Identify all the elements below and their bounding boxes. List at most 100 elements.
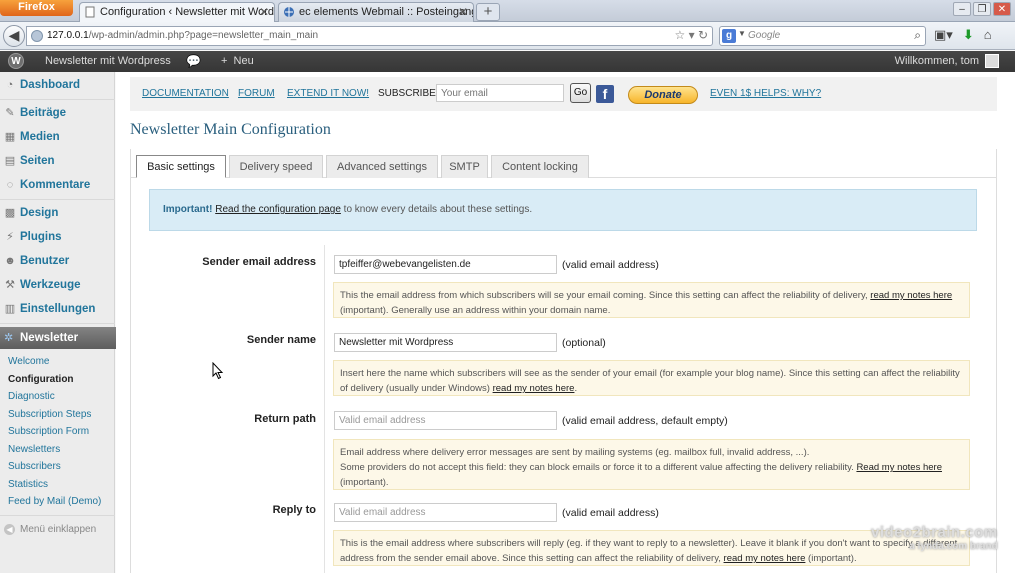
- globe-icon: [284, 7, 294, 17]
- reply-to-field[interactable]: [334, 503, 557, 522]
- chevron-down-icon[interactable]: ▼: [738, 29, 746, 38]
- sender-name-field[interactable]: [334, 333, 557, 352]
- reload-icon[interactable]: ↻: [698, 28, 708, 42]
- maximize-icon[interactable]: ❐: [973, 2, 991, 16]
- main-content: DOCUMENTATION FORUM EXTEND IT NOW! SUBSC…: [116, 72, 1015, 573]
- browser-tab-bar: Firefox Configuration ‹ Newsletter mit W…: [0, 0, 1015, 22]
- collapse-menu[interactable]: ◀ Menü einklappen: [4, 524, 96, 535]
- url-text: 127.0.0.1/wp-admin/admin.php?page=newsle…: [47, 30, 319, 41]
- form-divider: [324, 245, 325, 573]
- menu-separator: [0, 323, 115, 324]
- sidebar-subitem-statistics[interactable]: Statistics: [8, 479, 48, 490]
- sender-email-hint: (valid email address): [562, 259, 659, 271]
- close-window-icon[interactable]: ✕: [993, 2, 1011, 16]
- tab-content-locking[interactable]: Content locking: [491, 155, 589, 178]
- tab-advanced-settings[interactable]: Advanced settings: [326, 155, 438, 178]
- tools-icon: ⚒: [5, 279, 15, 291]
- tab-smtp[interactable]: SMTP: [441, 155, 488, 178]
- sidebar-item-design[interactable]: ▩ Design: [0, 201, 115, 225]
- sidebar-item-plugins[interactable]: ⚡ Plugins: [0, 225, 115, 249]
- sender-name-label: Sender name: [246, 334, 316, 346]
- sidebar-subitem-configuration[interactable]: Configuration: [8, 374, 74, 385]
- wordpress-logo-icon[interactable]: W: [8, 53, 24, 69]
- tab-delivery-speed[interactable]: Delivery speed: [229, 155, 323, 178]
- facebook-icon[interactable]: f: [596, 85, 614, 103]
- reply-to-notes-link[interactable]: read my notes here: [724, 553, 806, 564]
- sender-email-field[interactable]: [334, 255, 557, 274]
- sidebar-item-medien[interactable]: ▦ Medien: [0, 125, 115, 149]
- important-notice: Important! Read the configuration page t…: [149, 189, 977, 231]
- close-icon[interactable]: ✕: [259, 3, 269, 21]
- browser-tab-webmail[interactable]: ec elements Webmail :: Posteingang ✕: [278, 2, 474, 22]
- sidebar-item-newsletter[interactable]: ✲ Newsletter: [0, 327, 130, 349]
- configuration-page-link[interactable]: Read the configuration page: [215, 204, 341, 215]
- media-icon: ▦: [4, 131, 16, 143]
- forum-link[interactable]: FORUM: [238, 88, 275, 99]
- minimize-icon[interactable]: –: [953, 2, 971, 16]
- sidebar-item-benutzer[interactable]: ☻ Benutzer: [0, 249, 115, 273]
- firefox-menu-button[interactable]: Firefox: [0, 0, 73, 16]
- return-path-notes-link[interactable]: Read my notes here: [856, 462, 942, 473]
- download-icon[interactable]: ⬇: [963, 27, 974, 42]
- extend-link[interactable]: EXTEND IT NOW!: [287, 88, 369, 99]
- pages-icon: ▤: [4, 155, 16, 167]
- subscribe-email-input[interactable]: [436, 84, 564, 102]
- even-helps-link[interactable]: EVEN 1$ HELPS: WHY?: [710, 88, 821, 99]
- donate-button[interactable]: Donate: [628, 86, 698, 104]
- go-button[interactable]: Go: [570, 83, 591, 103]
- important-text: to know every details about these settin…: [343, 204, 533, 215]
- sidebar-subitem-newsletters[interactable]: Newsletters: [8, 444, 60, 455]
- url-bar[interactable]: 127.0.0.1/wp-admin/admin.php?page=newsle…: [26, 26, 713, 46]
- comments-icon: ◌: [6, 179, 14, 191]
- admin-sidebar: ◔ Dashboard ✎ Beiträge ▦ Medien ▤ Seiten ◌ Ko…: [0, 72, 130, 573]
- sender-name-hint: (optional): [562, 337, 606, 349]
- google-icon[interactable]: g: [722, 29, 736, 43]
- sender-name-notes-link[interactable]: read my notes here: [493, 383, 575, 394]
- sidebar-subitem-feed-by-mail[interactable]: Feed by Mail (Demo): [8, 496, 101, 507]
- sender-email-notes-link[interactable]: read my notes here: [870, 290, 952, 301]
- close-icon[interactable]: ✕: [458, 3, 468, 21]
- tab-basic-settings[interactable]: Basic settings: [136, 155, 226, 178]
- admin-bar-welcome[interactable]: Willkommen, tom: [895, 55, 979, 67]
- return-path-label: Return path: [254, 413, 316, 425]
- tab-title: Configuration ‹ Newsletter mit Word...: [100, 6, 275, 18]
- page-title: Newsletter Main Configuration: [130, 121, 331, 138]
- search-icon[interactable]: ⌕: [914, 28, 921, 43]
- documentation-link[interactable]: DOCUMENTATION: [142, 88, 229, 99]
- new-tab-button[interactable]: +: [476, 3, 500, 21]
- home-icon[interactable]: ⌂: [984, 27, 992, 42]
- menu-separator: [0, 199, 115, 200]
- search-bar[interactable]: g ▼ Google ⌕: [719, 26, 926, 46]
- return-path-field[interactable]: [334, 411, 557, 430]
- back-button[interactable]: ◀: [3, 25, 25, 47]
- window-controls: – ❐ ✕: [951, 2, 1011, 16]
- sidebar-item-einstellungen[interactable]: ▥ Einstellungen: [0, 297, 115, 321]
- appearance-icon: ▩: [4, 207, 16, 219]
- sidebar-item-werkzeuge[interactable]: ⚒ Werkzeuge: [0, 273, 115, 297]
- sidebar-item-seiten[interactable]: ▤ Seiten: [0, 149, 115, 173]
- bookmarks-icon[interactable]: ▣▾: [934, 27, 953, 42]
- sidebar-item-beitraege[interactable]: ✎ Beiträge: [0, 101, 115, 125]
- avatar[interactable]: [985, 54, 999, 68]
- sidebar-subitem-welcome[interactable]: Welcome: [8, 356, 50, 367]
- plugin-top-links: DOCUMENTATION FORUM EXTEND IT NOW! SUBSC…: [130, 77, 997, 111]
- wp-admin-bar: W Newsletter mit Wordpress 💬 + Neu Willk…: [0, 51, 1015, 72]
- comments-bubble-icon[interactable]: 💬: [186, 54, 201, 68]
- sidebar-subitem-subscription-steps[interactable]: Subscription Steps: [8, 409, 91, 420]
- sidebar-subitem-diagnostic[interactable]: Diagnostic: [8, 391, 55, 402]
- bookmark-star-icon[interactable]: ☆: [674, 28, 685, 42]
- browser-tab-configuration[interactable]: Configuration ‹ Newsletter mit Word... ✕: [79, 2, 275, 22]
- dropdown-arrow-icon[interactable]: ▾: [689, 28, 695, 42]
- settings-icon: ▥: [4, 303, 16, 315]
- sender-email-description: This the email address from which subscr…: [333, 282, 970, 318]
- admin-bar-new[interactable]: + Neu: [221, 55, 254, 67]
- sidebar-item-kommentare[interactable]: ◌ Kommentare: [0, 173, 115, 197]
- sidebar-item-dashboard[interactable]: ◔ Dashboard: [0, 73, 115, 97]
- users-icon: ☻: [4, 255, 16, 267]
- reply-to-hint: (valid email address): [562, 507, 659, 519]
- dashboard-icon: ◔: [6, 79, 14, 91]
- sidebar-subitem-subscribers[interactable]: Subscribers: [8, 461, 61, 472]
- sidebar-subitem-subscription-form[interactable]: Subscription Form: [8, 426, 89, 437]
- admin-bar-site-name[interactable]: Newsletter mit Wordpress: [45, 55, 171, 67]
- site-identity-icon[interactable]: [31, 30, 43, 42]
